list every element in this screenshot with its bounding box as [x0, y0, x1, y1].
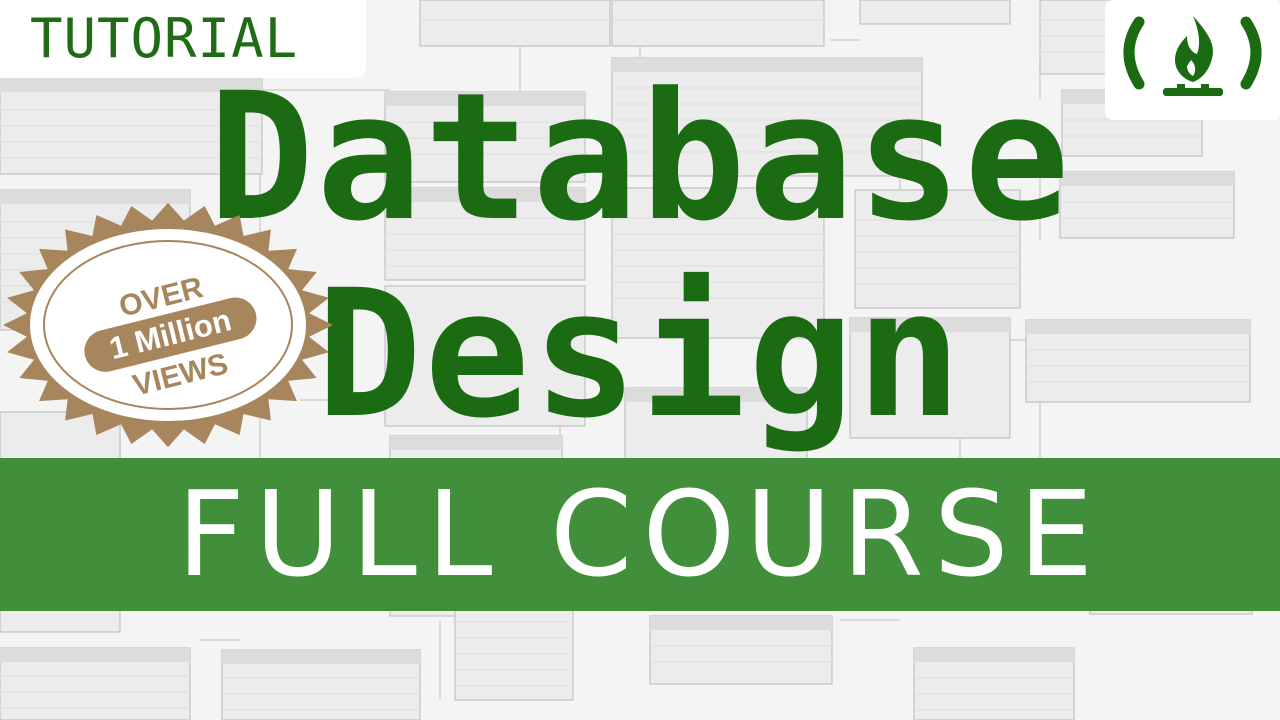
full-course-label: FULL COURSE	[176, 465, 1104, 603]
views-badge: OVER 1 Million VIEWS	[3, 202, 333, 448]
full-course-banner: FULL COURSE	[0, 458, 1280, 611]
